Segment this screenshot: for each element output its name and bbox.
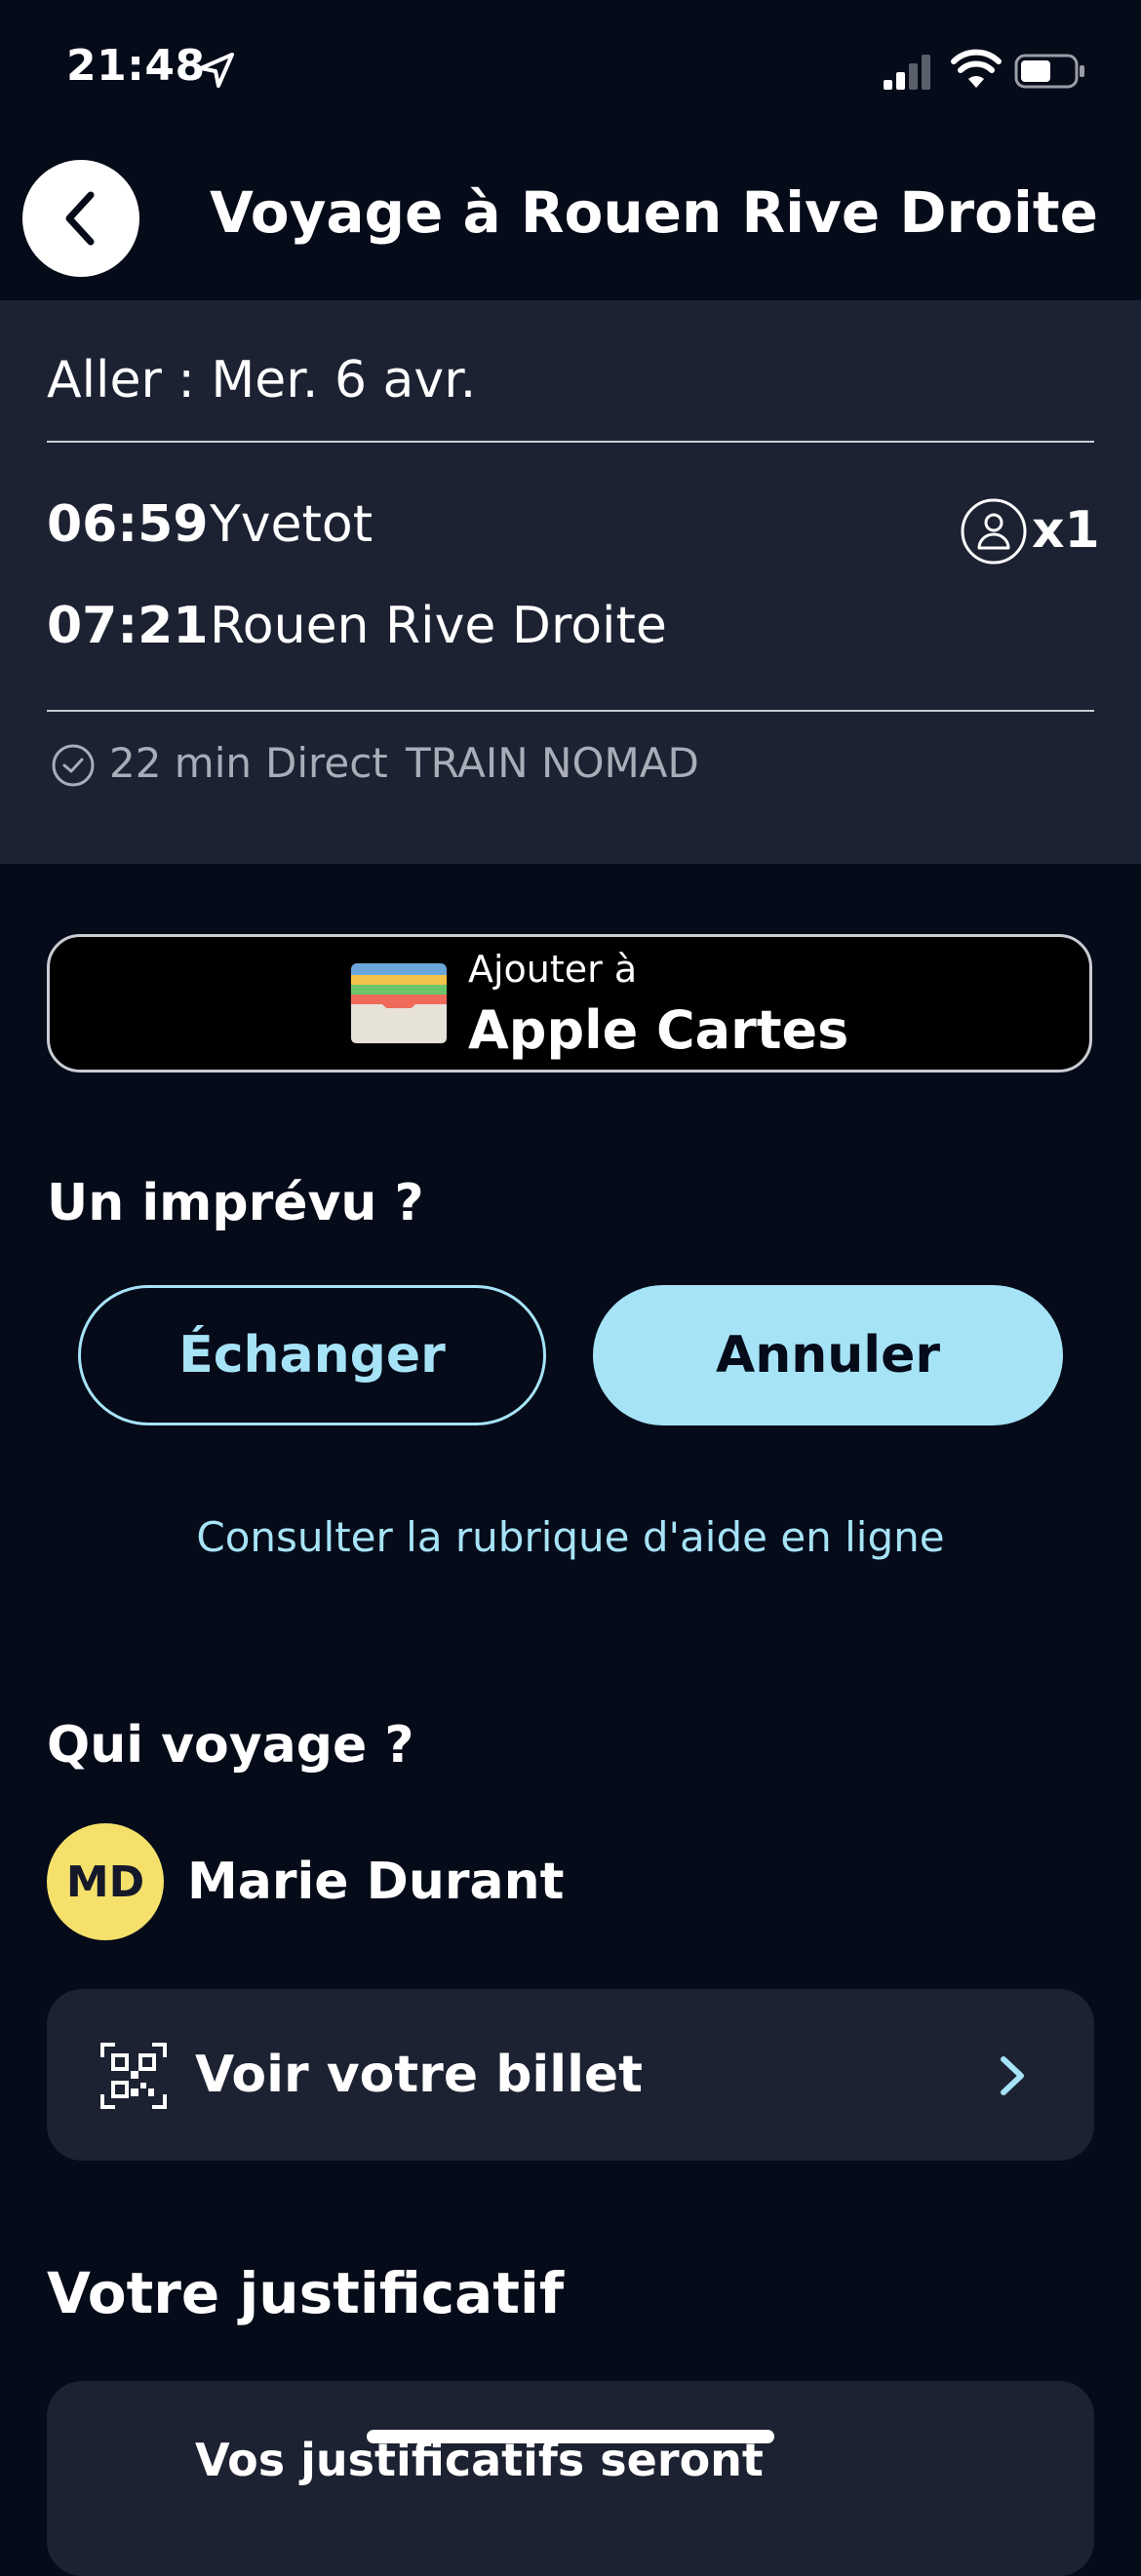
- signal-icon: [884, 55, 930, 90]
- battery-icon: [1014, 54, 1084, 89]
- departure-time: 06:59: [47, 495, 209, 554]
- qr-code-icon: [100, 2043, 167, 2109]
- traveller-name: Marie Durant: [187, 1853, 565, 1911]
- page-title: Voyage à Rouen Rive Droite: [210, 179, 1098, 246]
- clock-icon: [52, 744, 95, 787]
- help-link[interactable]: Consulter la rubrique d'aide en ligne: [0, 1513, 1141, 1561]
- divider: [47, 710, 1094, 712]
- home-indicator[interactable]: [367, 2430, 774, 2443]
- wallet-icon: [351, 963, 447, 1043]
- trip-type: Direct: [265, 739, 388, 787]
- location-arrow-icon: [199, 53, 234, 88]
- trip-duration: 22 min: [109, 739, 252, 787]
- exchange-button[interactable]: Échanger: [78, 1285, 546, 1425]
- train-name: TRAIN NOMAD: [406, 739, 699, 787]
- wifi-icon: [951, 49, 1002, 88]
- divider: [47, 441, 1094, 443]
- trip-date: Aller : Mer. 6 avr.: [47, 351, 477, 410]
- view-ticket-label: Voir votre billet: [195, 2046, 644, 2104]
- passenger-icon: [961, 498, 1027, 565]
- wallet-big-label: Apple Cartes: [468, 999, 849, 1061]
- avatar: MD: [47, 1823, 164, 1940]
- departure-station: Yvetot: [210, 495, 374, 554]
- status-time: 21:48: [66, 41, 206, 91]
- unexpected-title: Un imprévu ?: [47, 1174, 424, 1232]
- wallet-small-label: Ajouter à: [468, 948, 638, 991]
- chevron-right-icon: [1001, 2056, 1024, 2095]
- arrival-time: 07:21: [47, 597, 209, 655]
- chevron-left-icon: [65, 191, 95, 246]
- passenger-count: x1: [1032, 501, 1100, 560]
- travellers-title: Qui voyage ?: [47, 1716, 414, 1775]
- cancel-button[interactable]: Annuler: [593, 1285, 1063, 1425]
- back-button[interactable]: [22, 160, 139, 277]
- arrival-station: Rouen Rive Droite: [210, 597, 667, 655]
- receipt-title: Votre justificatif: [47, 2260, 565, 2326]
